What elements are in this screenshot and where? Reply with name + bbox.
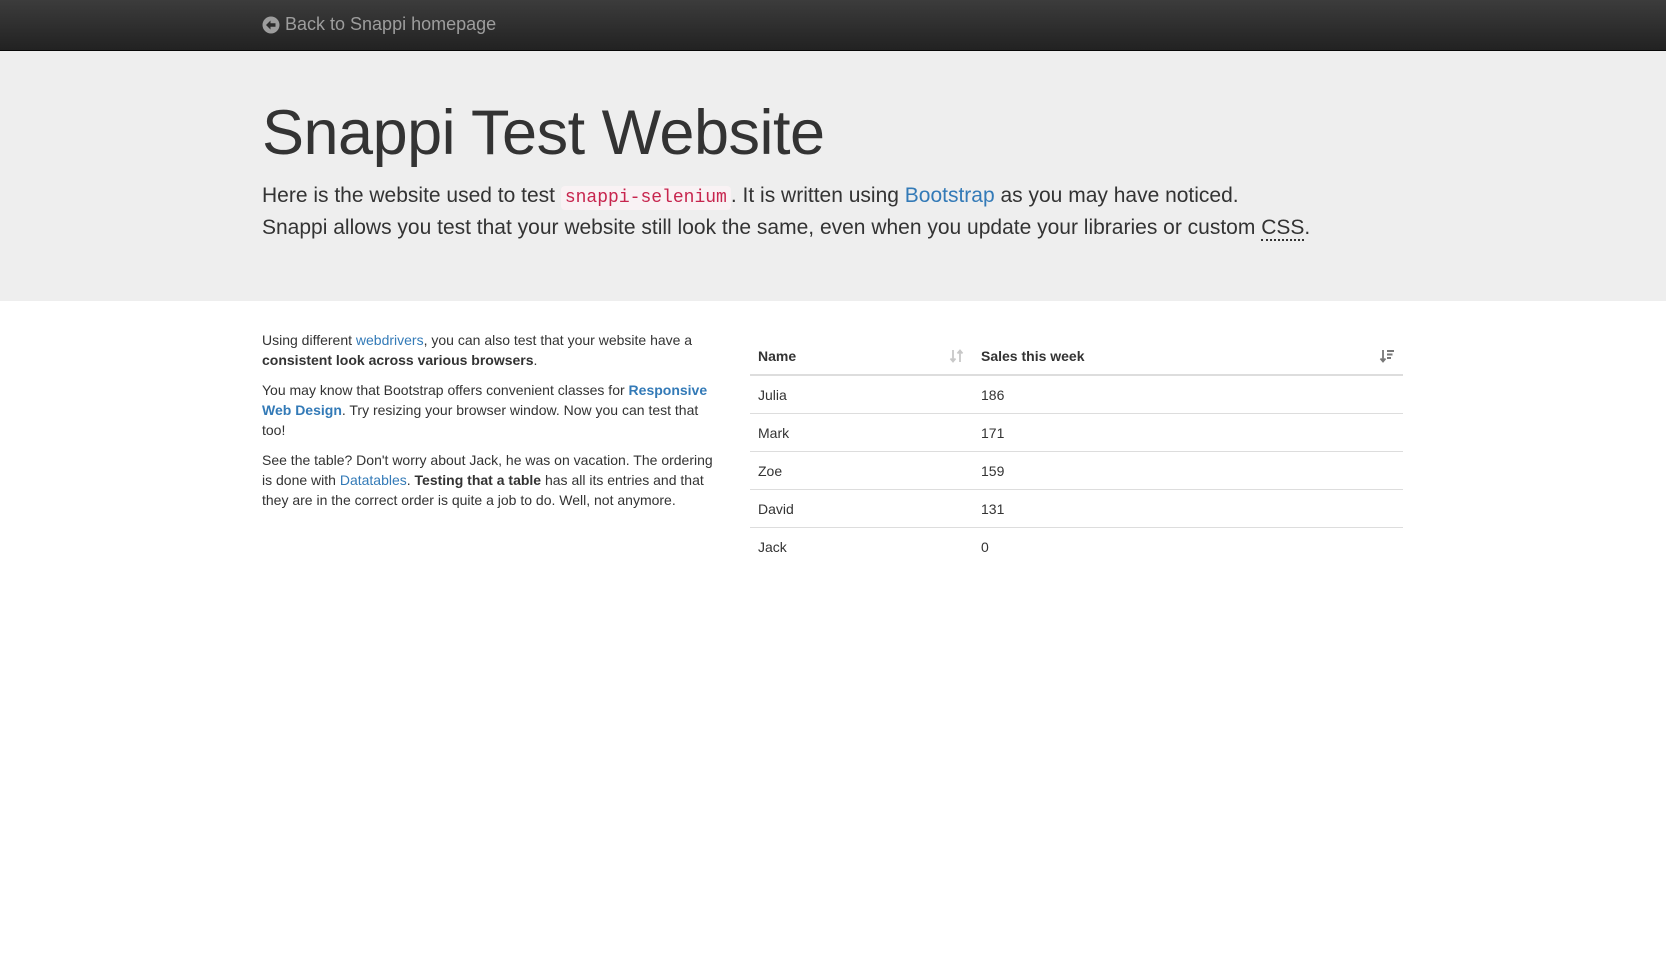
top-navbar: Back to Snappi homepage xyxy=(0,0,1666,51)
cell-sales: 171 xyxy=(973,413,1403,452)
back-to-homepage-link[interactable]: Back to Snappi homepage xyxy=(262,14,496,35)
cell-name: Mark xyxy=(750,413,973,452)
back-link-label: Back to Snappi homepage xyxy=(285,14,497,34)
column-header-sales[interactable]: Sales this week xyxy=(973,337,1403,376)
cell-sales: 186 xyxy=(981,386,1005,403)
jumbotron: Snappi Test Website Here is the website … xyxy=(0,51,1666,301)
cell-name: Julia xyxy=(758,386,787,403)
intro-line1-suffix: as you may have noticed. xyxy=(994,184,1239,208)
sales-table-container: Name Sales this week Julia 186 Mark 171 … xyxy=(750,337,1403,565)
header-sales-label: Sales this week xyxy=(981,347,1085,364)
p1-bold: consistent look across various browsers xyxy=(262,352,534,368)
webdrivers-link[interactable]: webdrivers xyxy=(356,332,424,348)
table-row: Zoe 159 xyxy=(750,451,1403,490)
cell-name: David xyxy=(750,489,973,528)
table-row: Jack 0 xyxy=(750,527,1403,565)
p3-bold: Testing that a table xyxy=(414,472,542,488)
intro-line2-prefix: Snappi allows you test that your website… xyxy=(262,216,1262,240)
page-title: Snappi Test Website xyxy=(262,98,825,168)
sort-desc-icon xyxy=(1379,348,1395,364)
code-snippet: snappi-selenium xyxy=(560,186,731,211)
header-name-label: Name xyxy=(758,347,797,364)
description-column: Using different webdrivers, you can also… xyxy=(262,330,722,520)
intro-line2-suffix: . xyxy=(1304,216,1311,240)
p2-prefix: You may know that Bootstrap offers conve… xyxy=(262,382,629,398)
css-abbr: CSS xyxy=(1261,216,1305,242)
intro-text: Here is the website used to test snappi-… xyxy=(262,181,1402,243)
p1-prefix: Using different xyxy=(262,332,356,348)
p3-mid: . xyxy=(406,472,415,488)
intro-line1-prefix: Here is the website used to test xyxy=(262,184,561,208)
intro-line1-mid: . It is written using xyxy=(730,184,905,208)
paragraph-responsive: You may know that Bootstrap offers conve… xyxy=(262,380,722,440)
sales-table: Name Sales this week Julia 186 Mark 171 … xyxy=(750,337,1403,565)
table-header-row: Name Sales this week xyxy=(750,337,1403,376)
table-row: Julia 186 xyxy=(750,375,1403,414)
bootstrap-link[interactable]: Bootstrap xyxy=(905,184,995,207)
column-header-name[interactable]: Name xyxy=(750,337,973,376)
p1-suffix: . xyxy=(533,352,538,368)
paragraph-webdrivers: Using different webdrivers, you can also… xyxy=(262,330,722,370)
cell-sales: 159 xyxy=(973,451,1403,490)
sort-both-icon xyxy=(949,348,965,364)
paragraph-table: See the table? Don't worry about Jack, h… xyxy=(262,450,722,510)
table-row: Mark 171 xyxy=(750,413,1403,452)
cell-name: Jack xyxy=(750,527,973,565)
table-row: David 131 xyxy=(750,489,1403,528)
datatables-link[interactable]: Datatables xyxy=(340,472,407,488)
p1-mid: , you can also test that your website ha… xyxy=(423,332,693,348)
cell-sales: 131 xyxy=(973,489,1403,528)
cell-sales: 0 xyxy=(973,527,1403,565)
cell-name: Zoe xyxy=(750,451,973,490)
arrow-circle-left-icon xyxy=(262,16,280,34)
